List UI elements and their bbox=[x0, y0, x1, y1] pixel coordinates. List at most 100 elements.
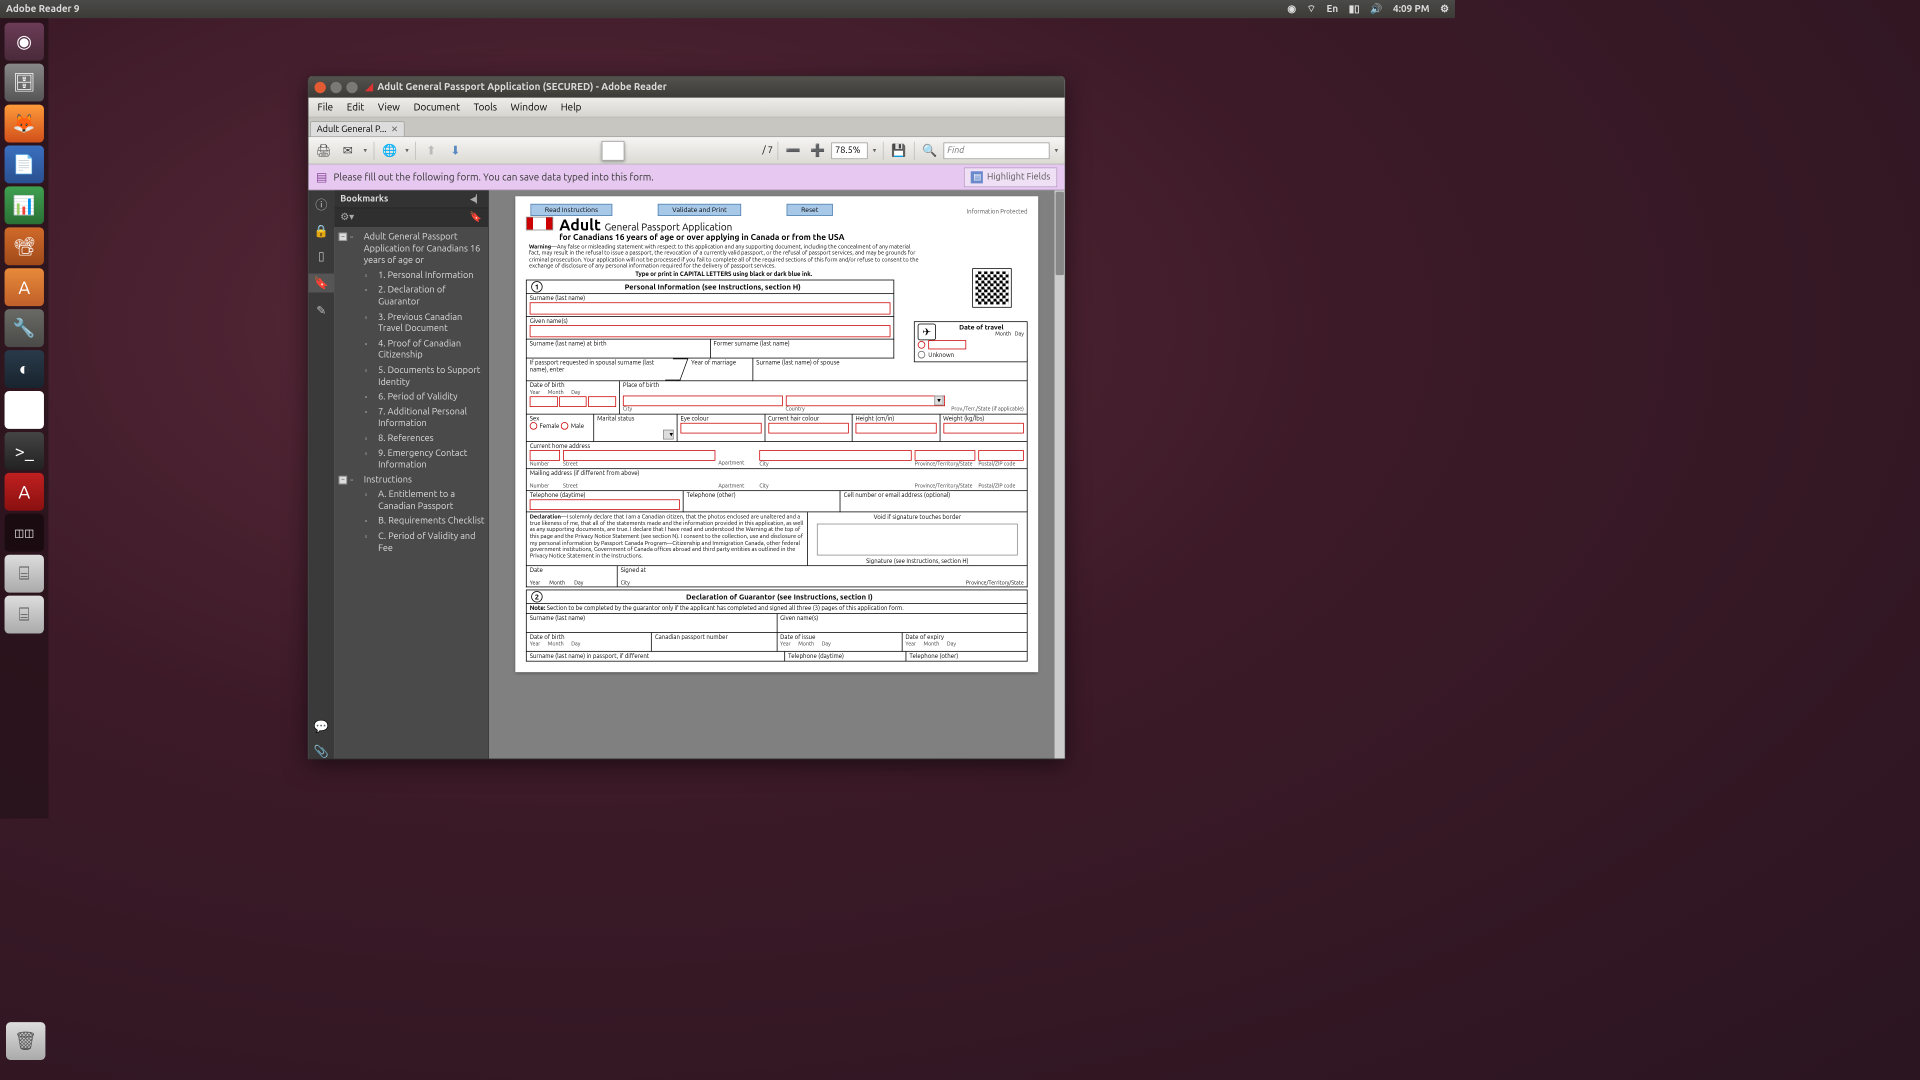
battery-icon[interactable]: ▮▯ bbox=[1349, 3, 1360, 14]
page-up-button[interactable]: ⬆ bbox=[421, 140, 442, 161]
menu-tools[interactable]: Tools bbox=[468, 100, 504, 115]
addr-zip-input[interactable] bbox=[978, 450, 1023, 461]
window-titlebar[interactable]: ◢ Adult General Passport Application (SE… bbox=[308, 77, 1064, 98]
dob-day-input[interactable] bbox=[588, 396, 616, 407]
comments-panel-icon[interactable]: 💬 bbox=[314, 719, 329, 733]
bm-item-4[interactable]: ▫4. Proof of Canadian Citizenship bbox=[339, 336, 485, 363]
zoom-dropdown[interactable]: ▾ bbox=[871, 146, 879, 154]
surname-input[interactable] bbox=[530, 302, 891, 314]
bm-item-5[interactable]: ▫5. Documents to Support Identity bbox=[339, 363, 485, 390]
travel-date-input[interactable] bbox=[928, 340, 966, 349]
bm-item-8[interactable]: ▫8. References bbox=[339, 431, 485, 446]
addr-street-input[interactable] bbox=[563, 450, 715, 461]
bm-item-7[interactable]: ▫7. Additional Personal Information bbox=[339, 404, 485, 431]
bm-instr-1[interactable]: ▫A. Entitlement to a Canadian Passport bbox=[339, 487, 485, 514]
bm-item-6[interactable]: ▫6. Period of Validity bbox=[339, 390, 485, 405]
gear-icon[interactable]: ⚙ bbox=[1440, 3, 1449, 14]
bookmarks-tree[interactable]: −▫Adult General Passport Application for… bbox=[334, 227, 488, 759]
search-button[interactable]: 🔍 bbox=[919, 140, 940, 161]
sex-female-radio[interactable] bbox=[530, 422, 538, 430]
launcher-drive2[interactable]: ⌸ bbox=[5, 596, 44, 634]
attachments-panel-icon[interactable]: 📎 bbox=[314, 744, 329, 758]
zoom-out-button[interactable]: ➖ bbox=[783, 140, 804, 161]
launcher-files[interactable]: 🗄 bbox=[5, 64, 44, 102]
menu-document[interactable]: Document bbox=[408, 100, 466, 115]
signature-box[interactable] bbox=[817, 524, 1018, 556]
chrome-indicator-icon[interactable]: ◉ bbox=[1287, 3, 1296, 14]
collab-dropdown[interactable]: ▾ bbox=[403, 146, 411, 154]
security-panel-icon[interactable]: 🔒 bbox=[314, 224, 329, 238]
launcher-workspace[interactable]: ◫◫ bbox=[5, 514, 44, 552]
menu-view[interactable]: View bbox=[372, 100, 406, 115]
collapse-panel-icon[interactable]: ◀▏ bbox=[470, 194, 482, 203]
find-dropdown[interactable]: ▾ bbox=[1053, 146, 1061, 154]
eye-colour-input[interactable] bbox=[681, 423, 762, 434]
email-dropdown[interactable]: ▾ bbox=[361, 146, 369, 154]
document-view[interactable]: Read Instructions Validate and Print Res… bbox=[489, 190, 1065, 758]
zoom-in-button[interactable]: ➕ bbox=[807, 140, 828, 161]
zoom-input[interactable] bbox=[831, 142, 867, 159]
pob-city-input[interactable] bbox=[623, 396, 783, 407]
launcher-firefox[interactable]: 🦊 bbox=[5, 105, 44, 143]
save-button[interactable]: 💾 bbox=[888, 140, 909, 161]
launcher-drive1[interactable]: ⌸ bbox=[5, 555, 44, 593]
info-panel-icon[interactable]: ⓘ bbox=[315, 195, 327, 213]
marital-dropdown[interactable]: ▾ bbox=[663, 430, 674, 440]
launcher-chrome[interactable]: ◉ bbox=[5, 391, 44, 429]
vertical-scrollbar[interactable] bbox=[1054, 190, 1065, 758]
print-button[interactable]: 🖨 bbox=[313, 140, 334, 161]
clock[interactable]: 4:09 PM bbox=[1393, 4, 1429, 15]
height-input[interactable] bbox=[856, 423, 937, 434]
pob-country-input[interactable] bbox=[785, 396, 945, 407]
bm-root[interactable]: −▫Adult General Passport Application for… bbox=[339, 230, 485, 268]
bm-instructions-toggle[interactable]: − bbox=[339, 476, 347, 484]
launcher-terminal[interactable]: >_ bbox=[5, 432, 44, 470]
hair-colour-input[interactable] bbox=[768, 423, 849, 434]
keyboard-lang[interactable]: En bbox=[1326, 4, 1338, 15]
menu-edit[interactable]: Edit bbox=[341, 100, 371, 115]
dob-year-input[interactable] bbox=[530, 396, 558, 407]
launcher-impress[interactable]: 📽 bbox=[5, 227, 44, 265]
bookmarks-new-icon[interactable]: 🔖 bbox=[470, 211, 482, 222]
bm-root-toggle[interactable]: − bbox=[339, 233, 347, 241]
given-names-input[interactable] bbox=[530, 325, 891, 337]
launcher-software-center[interactable]: A bbox=[5, 268, 44, 306]
bm-item-1[interactable]: ▫1. Personal Information bbox=[339, 268, 485, 283]
bookmarks-options-icon[interactable]: ⚙▾ bbox=[340, 211, 354, 222]
highlight-fields-button[interactable]: ▤ Highlight Fields bbox=[964, 167, 1057, 187]
tel-day-input[interactable] bbox=[530, 499, 680, 510]
bm-instr-3[interactable]: ▫C. Period of Validity and Fee bbox=[339, 529, 485, 556]
reset-button[interactable]: Reset bbox=[787, 204, 833, 216]
bm-instructions[interactable]: −▫Instructions bbox=[339, 473, 485, 488]
network-icon[interactable]: ⌔ bbox=[1307, 3, 1316, 15]
window-minimize-button[interactable] bbox=[330, 81, 341, 92]
document-tab[interactable]: Adult General P... ✕ bbox=[310, 121, 405, 136]
window-maximize-button[interactable] bbox=[346, 81, 357, 92]
page-number-input[interactable] bbox=[602, 141, 625, 161]
country-dropdown-icon[interactable]: ▾ bbox=[934, 396, 943, 406]
read-instructions-button[interactable]: Read Instructions bbox=[530, 204, 612, 216]
sex-male-radio[interactable] bbox=[561, 422, 569, 430]
menu-help[interactable]: Help bbox=[555, 100, 588, 115]
addr-prov-input[interactable] bbox=[915, 450, 976, 461]
page-down-button[interactable]: ⬇ bbox=[445, 140, 466, 161]
menu-window[interactable]: Window bbox=[505, 100, 554, 115]
volume-icon[interactable]: 🔊 bbox=[1370, 3, 1382, 14]
bm-item-9[interactable]: ▫9. Emergency Contact Information bbox=[339, 446, 485, 473]
window-close-button[interactable] bbox=[314, 81, 325, 92]
launcher-steam[interactable]: ◐ bbox=[5, 350, 44, 388]
launcher-ubuntu-dash[interactable]: ◉ bbox=[5, 23, 44, 61]
launcher-writer[interactable]: 📄 bbox=[5, 145, 44, 183]
bm-instr-2[interactable]: ▫B. Requirements Checklist bbox=[339, 514, 485, 529]
find-input[interactable] bbox=[943, 142, 1049, 159]
tab-close-button[interactable]: ✕ bbox=[391, 124, 398, 134]
addr-city-input[interactable] bbox=[759, 450, 911, 461]
pages-panel-icon[interactable]: ▯ bbox=[318, 249, 325, 263]
email-button[interactable]: ✉ bbox=[337, 140, 358, 161]
bm-item-3[interactable]: ▫3. Previous Canadian Travel Document bbox=[339, 310, 485, 337]
menu-file[interactable]: File bbox=[311, 100, 339, 115]
trash-icon[interactable]: 🗑 bbox=[6, 1022, 45, 1060]
travel-date-radio[interactable] bbox=[918, 341, 926, 349]
addr-number-input[interactable] bbox=[530, 450, 560, 461]
dob-month-input[interactable] bbox=[559, 396, 587, 407]
